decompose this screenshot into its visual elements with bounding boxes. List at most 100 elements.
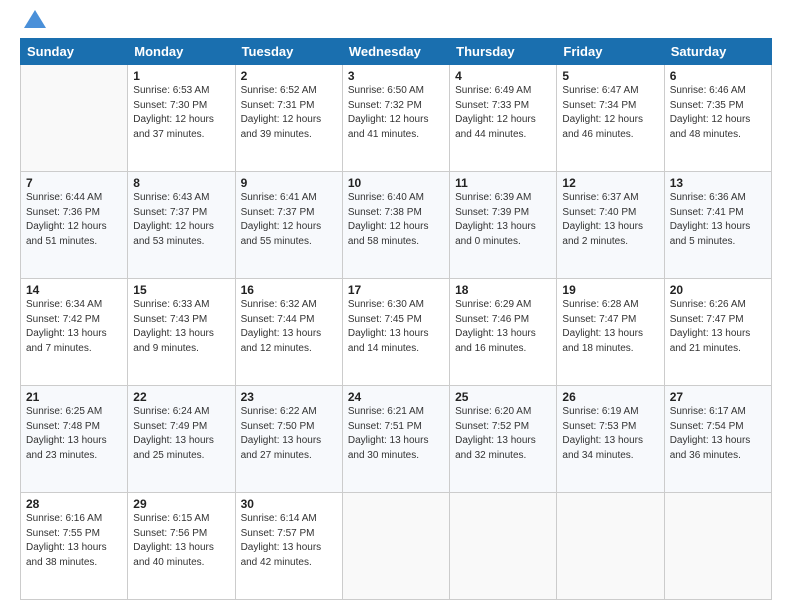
calendar-cell: 5Sunrise: 6:47 AM Sunset: 7:34 PM Daylig…: [557, 65, 664, 172]
day-info: Sunrise: 6:32 AM Sunset: 7:44 PM Dayligh…: [241, 298, 337, 356]
day-number: 11: [455, 176, 551, 190]
day-info: Sunrise: 6:29 AM Sunset: 7:46 PM Dayligh…: [455, 298, 551, 356]
calendar-cell: 19Sunrise: 6:28 AM Sunset: 7:47 PM Dayli…: [557, 279, 664, 386]
day-header-sunday: Sunday: [21, 39, 128, 65]
calendar-cell: 7Sunrise: 6:44 AM Sunset: 7:36 PM Daylig…: [21, 172, 128, 279]
calendar-cell: 15Sunrise: 6:33 AM Sunset: 7:43 PM Dayli…: [128, 279, 235, 386]
calendar-cell: 24Sunrise: 6:21 AM Sunset: 7:51 PM Dayli…: [342, 386, 449, 493]
calendar-cell: 28Sunrise: 6:16 AM Sunset: 7:55 PM Dayli…: [21, 493, 128, 600]
calendar-table: SundayMondayTuesdayWednesdayThursdayFrid…: [20, 38, 772, 600]
day-number: 6: [670, 69, 766, 83]
calendar-cell: 10Sunrise: 6:40 AM Sunset: 7:38 PM Dayli…: [342, 172, 449, 279]
calendar-cell: 22Sunrise: 6:24 AM Sunset: 7:49 PM Dayli…: [128, 386, 235, 493]
day-number: 27: [670, 390, 766, 404]
day-number: 4: [455, 69, 551, 83]
day-number: 12: [562, 176, 658, 190]
day-header-wednesday: Wednesday: [342, 39, 449, 65]
day-number: 5: [562, 69, 658, 83]
day-number: 3: [348, 69, 444, 83]
day-header-tuesday: Tuesday: [235, 39, 342, 65]
day-info: Sunrise: 6:49 AM Sunset: 7:33 PM Dayligh…: [455, 84, 551, 142]
logo-icon: [24, 10, 46, 28]
day-info: Sunrise: 6:50 AM Sunset: 7:32 PM Dayligh…: [348, 84, 444, 142]
day-number: 30: [241, 497, 337, 511]
day-info: Sunrise: 6:20 AM Sunset: 7:52 PM Dayligh…: [455, 405, 551, 463]
day-number: 28: [26, 497, 122, 511]
day-number: 24: [348, 390, 444, 404]
day-info: Sunrise: 6:25 AM Sunset: 7:48 PM Dayligh…: [26, 405, 122, 463]
calendar-cell: 12Sunrise: 6:37 AM Sunset: 7:40 PM Dayli…: [557, 172, 664, 279]
day-info: Sunrise: 6:26 AM Sunset: 7:47 PM Dayligh…: [670, 298, 766, 356]
day-info: Sunrise: 6:36 AM Sunset: 7:41 PM Dayligh…: [670, 191, 766, 249]
day-number: 29: [133, 497, 229, 511]
calendar-cell: 29Sunrise: 6:15 AM Sunset: 7:56 PM Dayli…: [128, 493, 235, 600]
day-info: Sunrise: 6:46 AM Sunset: 7:35 PM Dayligh…: [670, 84, 766, 142]
day-number: 22: [133, 390, 229, 404]
calendar-header-row: SundayMondayTuesdayWednesdayThursdayFrid…: [21, 39, 772, 65]
day-number: 19: [562, 283, 658, 297]
day-number: 21: [26, 390, 122, 404]
day-info: Sunrise: 6:15 AM Sunset: 7:56 PM Dayligh…: [133, 512, 229, 570]
calendar-cell: 16Sunrise: 6:32 AM Sunset: 7:44 PM Dayli…: [235, 279, 342, 386]
day-header-monday: Monday: [128, 39, 235, 65]
day-header-friday: Friday: [557, 39, 664, 65]
calendar-cell: 6Sunrise: 6:46 AM Sunset: 7:35 PM Daylig…: [664, 65, 771, 172]
day-number: 23: [241, 390, 337, 404]
calendar-cell: 23Sunrise: 6:22 AM Sunset: 7:50 PM Dayli…: [235, 386, 342, 493]
header: [20, 16, 772, 28]
day-info: Sunrise: 6:24 AM Sunset: 7:49 PM Dayligh…: [133, 405, 229, 463]
day-info: Sunrise: 6:17 AM Sunset: 7:54 PM Dayligh…: [670, 405, 766, 463]
calendar-cell: 9Sunrise: 6:41 AM Sunset: 7:37 PM Daylig…: [235, 172, 342, 279]
calendar-cell: 18Sunrise: 6:29 AM Sunset: 7:46 PM Dayli…: [450, 279, 557, 386]
day-number: 10: [348, 176, 444, 190]
day-info: Sunrise: 6:53 AM Sunset: 7:30 PM Dayligh…: [133, 84, 229, 142]
calendar-cell: 14Sunrise: 6:34 AM Sunset: 7:42 PM Dayli…: [21, 279, 128, 386]
calendar-cell: [450, 493, 557, 600]
day-number: 20: [670, 283, 766, 297]
day-info: Sunrise: 6:28 AM Sunset: 7:47 PM Dayligh…: [562, 298, 658, 356]
calendar-cell: 20Sunrise: 6:26 AM Sunset: 7:47 PM Dayli…: [664, 279, 771, 386]
day-info: Sunrise: 6:39 AM Sunset: 7:39 PM Dayligh…: [455, 191, 551, 249]
day-number: 25: [455, 390, 551, 404]
day-number: 9: [241, 176, 337, 190]
calendar-week-row: 28Sunrise: 6:16 AM Sunset: 7:55 PM Dayli…: [21, 493, 772, 600]
day-info: Sunrise: 6:37 AM Sunset: 7:40 PM Dayligh…: [562, 191, 658, 249]
day-info: Sunrise: 6:16 AM Sunset: 7:55 PM Dayligh…: [26, 512, 122, 570]
day-info: Sunrise: 6:19 AM Sunset: 7:53 PM Dayligh…: [562, 405, 658, 463]
day-info: Sunrise: 6:30 AM Sunset: 7:45 PM Dayligh…: [348, 298, 444, 356]
day-info: Sunrise: 6:21 AM Sunset: 7:51 PM Dayligh…: [348, 405, 444, 463]
calendar-cell: [21, 65, 128, 172]
calendar-cell: 13Sunrise: 6:36 AM Sunset: 7:41 PM Dayli…: [664, 172, 771, 279]
day-number: 15: [133, 283, 229, 297]
calendar-cell: 1Sunrise: 6:53 AM Sunset: 7:30 PM Daylig…: [128, 65, 235, 172]
calendar-cell: 2Sunrise: 6:52 AM Sunset: 7:31 PM Daylig…: [235, 65, 342, 172]
calendar-cell: 30Sunrise: 6:14 AM Sunset: 7:57 PM Dayli…: [235, 493, 342, 600]
calendar-cell: 21Sunrise: 6:25 AM Sunset: 7:48 PM Dayli…: [21, 386, 128, 493]
calendar-week-row: 1Sunrise: 6:53 AM Sunset: 7:30 PM Daylig…: [21, 65, 772, 172]
calendar-cell: [557, 493, 664, 600]
calendar-cell: 17Sunrise: 6:30 AM Sunset: 7:45 PM Dayli…: [342, 279, 449, 386]
page: SundayMondayTuesdayWednesdayThursdayFrid…: [0, 0, 792, 612]
day-number: 1: [133, 69, 229, 83]
day-number: 16: [241, 283, 337, 297]
day-info: Sunrise: 6:22 AM Sunset: 7:50 PM Dayligh…: [241, 405, 337, 463]
calendar-cell: [664, 493, 771, 600]
day-number: 2: [241, 69, 337, 83]
logo: [20, 16, 46, 28]
day-number: 7: [26, 176, 122, 190]
day-info: Sunrise: 6:33 AM Sunset: 7:43 PM Dayligh…: [133, 298, 229, 356]
calendar-week-row: 14Sunrise: 6:34 AM Sunset: 7:42 PM Dayli…: [21, 279, 772, 386]
day-number: 26: [562, 390, 658, 404]
day-number: 18: [455, 283, 551, 297]
day-number: 8: [133, 176, 229, 190]
day-info: Sunrise: 6:40 AM Sunset: 7:38 PM Dayligh…: [348, 191, 444, 249]
calendar-cell: 11Sunrise: 6:39 AM Sunset: 7:39 PM Dayli…: [450, 172, 557, 279]
day-info: Sunrise: 6:41 AM Sunset: 7:37 PM Dayligh…: [241, 191, 337, 249]
day-info: Sunrise: 6:14 AM Sunset: 7:57 PM Dayligh…: [241, 512, 337, 570]
calendar-cell: 4Sunrise: 6:49 AM Sunset: 7:33 PM Daylig…: [450, 65, 557, 172]
day-number: 13: [670, 176, 766, 190]
day-info: Sunrise: 6:44 AM Sunset: 7:36 PM Dayligh…: [26, 191, 122, 249]
calendar-cell: [342, 493, 449, 600]
day-info: Sunrise: 6:43 AM Sunset: 7:37 PM Dayligh…: [133, 191, 229, 249]
calendar-cell: 8Sunrise: 6:43 AM Sunset: 7:37 PM Daylig…: [128, 172, 235, 279]
